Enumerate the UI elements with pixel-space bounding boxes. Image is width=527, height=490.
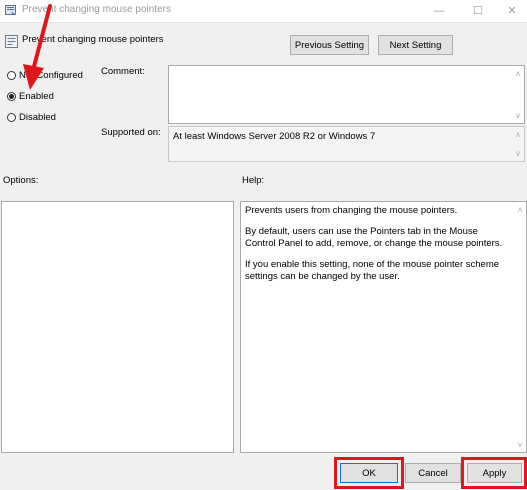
title-bar: Prevent changing mouse pointers — ☐ ✕ xyxy=(0,0,527,23)
help-text: Prevents users from changing the mouse p… xyxy=(245,205,510,292)
options-panel[interactable] xyxy=(1,201,234,453)
radio-circle[interactable] xyxy=(7,71,16,80)
policy-app-icon xyxy=(5,4,17,16)
maximize-button[interactable]: ☐ xyxy=(463,1,493,21)
cancel-button[interactable]: Cancel xyxy=(405,463,461,483)
annotation-arrow-icon xyxy=(23,4,52,90)
radio-selected-dot xyxy=(9,94,14,99)
help-paragraph: By default, users can use the Pointers t… xyxy=(245,226,503,249)
scroll-up-icon[interactable]: ∧ xyxy=(515,130,521,139)
previous-setting-button[interactable]: Previous Setting xyxy=(290,35,369,55)
comment-textarea[interactable]: ∧ ∨ xyxy=(168,65,525,124)
close-button[interactable]: ✕ xyxy=(497,1,527,21)
supported-on-label: Supported on: xyxy=(101,127,161,138)
supported-on-field: At least Windows Server 2008 R2 or Windo… xyxy=(168,126,525,162)
radio-disabled[interactable]: Disabled xyxy=(7,112,97,126)
comment-label: Comment: xyxy=(101,66,145,77)
help-paragraph: Prevents users from changing the mouse p… xyxy=(245,205,458,216)
ok-button[interactable]: OK xyxy=(340,463,398,483)
help-panel[interactable]: Prevents users from changing the mouse p… xyxy=(240,201,527,453)
apply-button[interactable]: Apply xyxy=(467,463,522,483)
scroll-up-icon[interactable]: ∧ xyxy=(515,69,521,78)
next-setting-button[interactable]: Next Setting xyxy=(378,35,453,55)
scroll-up-icon[interactable]: ∧ xyxy=(517,205,523,214)
policy-icon xyxy=(5,35,18,48)
radio-circle-selected[interactable] xyxy=(7,92,16,101)
scroll-down-icon[interactable]: ∨ xyxy=(517,440,523,449)
scroll-down-icon[interactable]: ∨ xyxy=(515,111,521,120)
radio-circle[interactable] xyxy=(7,113,16,122)
help-label: Help: xyxy=(242,175,265,186)
supported-on-value: At least Windows Server 2008 R2 or Windo… xyxy=(173,131,376,142)
scroll-down-icon[interactable]: ∨ xyxy=(515,149,521,158)
help-paragraph: If you enable this setting, none of the … xyxy=(245,259,500,282)
radio-label: Disabled xyxy=(19,112,56,123)
options-label: Options: xyxy=(3,175,39,186)
minimize-button[interactable]: — xyxy=(424,1,454,21)
